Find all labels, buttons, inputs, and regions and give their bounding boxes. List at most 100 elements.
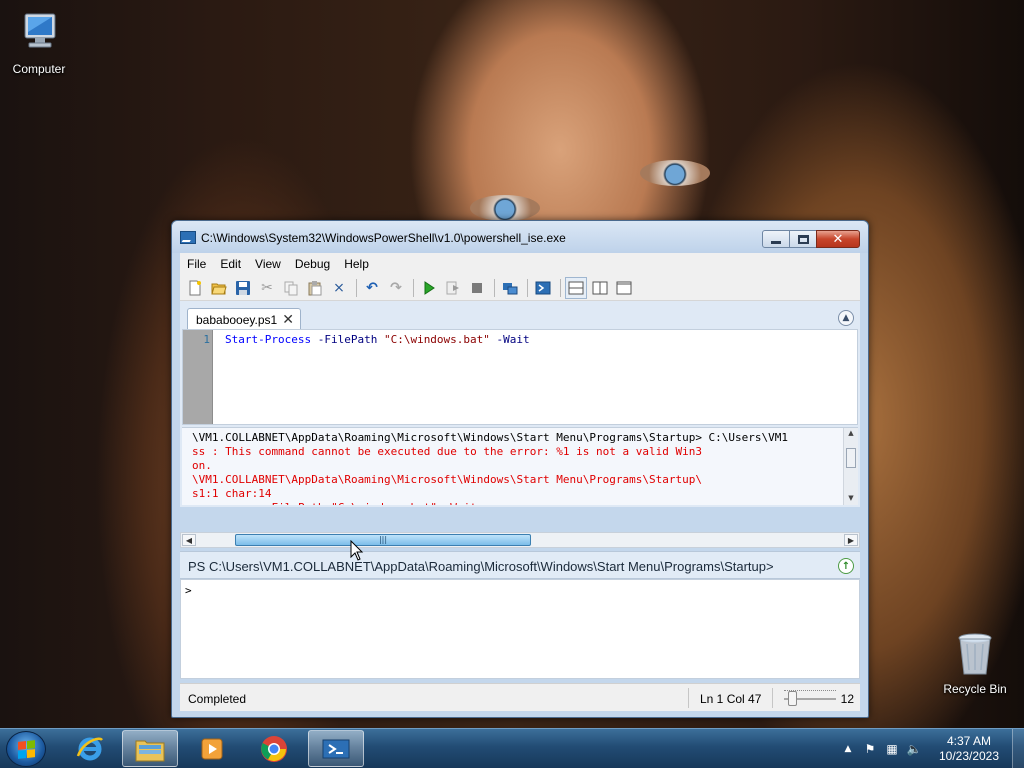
menu-edit[interactable]: Edit xyxy=(213,257,248,271)
show-hidden-icons-icon[interactable]: ▲ xyxy=(840,742,856,756)
script-pane[interactable]: 1 Start-Process -FilePath "C:\windows.ba… xyxy=(182,329,858,425)
taskbar-powershell-ise[interactable] xyxy=(308,730,364,767)
undo-button[interactable]: ↶ xyxy=(361,277,383,299)
media-player-icon xyxy=(201,738,223,759)
open-icon xyxy=(211,283,227,294)
command-pane[interactable]: > xyxy=(180,579,860,679)
scroll-right-icon[interactable]: ▶ xyxy=(844,534,858,546)
layout-max-icon xyxy=(616,281,632,294)
status-separator xyxy=(688,688,689,708)
paste-icon xyxy=(308,280,322,295)
minimize-button[interactable] xyxy=(762,230,790,248)
system-tray: ▲ ⚑ ▦ 🔈 4:37 AM 10/23/2023 xyxy=(834,729,1024,768)
layout-right-button[interactable] xyxy=(589,277,611,299)
toolbar-separator xyxy=(560,278,561,297)
layout-top-icon xyxy=(568,281,584,294)
menu-view[interactable]: View xyxy=(248,257,288,271)
computer-icon xyxy=(15,10,63,58)
minimize-icon xyxy=(771,240,781,244)
scroll-left-icon[interactable]: ◀ xyxy=(182,534,196,546)
stop-icon xyxy=(472,282,482,293)
menu-help[interactable]: Help xyxy=(337,257,376,271)
prompt-bar: PS C:\Users\VM1.COLLABNET\AppData\Roamin… xyxy=(180,551,860,579)
save-button[interactable] xyxy=(232,277,254,299)
close-tab-icon[interactable]: ✕ xyxy=(282,311,294,328)
expand-command-pane-button[interactable]: ↑ xyxy=(838,558,854,574)
network-icon[interactable]: ▦ xyxy=(884,742,900,756)
status-text: Completed xyxy=(188,692,247,706)
taskbar-file-explorer[interactable] xyxy=(122,730,178,767)
cut-icon: ✂ xyxy=(261,279,273,296)
output-vertical-scrollbar[interactable]: ▲ ▼ xyxy=(843,428,858,505)
redo-icon: ↷ xyxy=(390,279,402,296)
arrow-up-icon: ↑ xyxy=(841,560,851,572)
scroll-up-icon[interactable]: ▲ xyxy=(844,429,858,437)
start-button[interactable] xyxy=(6,731,46,767)
powershell-ise-taskbar-icon xyxy=(322,739,350,758)
show-desktop-button[interactable] xyxy=(1012,729,1024,768)
new-button[interactable] xyxy=(184,277,206,299)
redo-button[interactable]: ↷ xyxy=(385,277,407,299)
layout-max-button[interactable] xyxy=(613,277,635,299)
toolbar-separator xyxy=(356,278,357,297)
desktop-icon-computer[interactable]: Computer xyxy=(2,10,76,76)
run-script-button[interactable] xyxy=(418,277,440,299)
horizontal-scrollbar-thumb[interactable]: ||| xyxy=(235,534,531,546)
scrollbar-thumb[interactable] xyxy=(846,448,856,468)
scroll-down-icon[interactable]: ▼ xyxy=(844,494,858,502)
line-number: 1 xyxy=(183,330,213,424)
recycle-bin-icon xyxy=(951,630,999,678)
tab-script[interactable]: bababooey.ps1 ✕ xyxy=(187,308,301,330)
taskbar-media-player[interactable] xyxy=(184,730,240,767)
clock[interactable]: 4:37 AM 10/23/2023 xyxy=(934,734,1004,764)
stop-button[interactable] xyxy=(466,277,488,299)
desktop-icon-label: Computer xyxy=(12,62,66,76)
wallpaper-eye-right xyxy=(640,160,710,186)
code-token-string: "C:\windows.bat" xyxy=(383,333,490,346)
script-code-line[interactable]: Start-Process -FilePath "C:\windows.bat"… xyxy=(225,333,530,346)
clear-console-button[interactable]: ⨯ xyxy=(328,277,350,299)
taskbar-internet-explorer[interactable] xyxy=(62,730,118,767)
new-remote-tab-button[interactable] xyxy=(499,277,521,299)
menu-file[interactable]: File xyxy=(180,257,213,271)
output-line: cess <<<< -FilePath "C:\windows.bat" -Wa… xyxy=(192,501,840,505)
output-horizontal-scrollbar[interactable]: ◀ ||| ▶ xyxy=(180,532,860,548)
output-line: s1:1 char:14 xyxy=(192,487,272,500)
zoom-slider[interactable] xyxy=(784,689,836,707)
zoom-slider-handle[interactable] xyxy=(788,691,797,706)
output-pane[interactable]: \VM1.COLLABNET\AppData\Roaming\Microsoft… xyxy=(182,427,858,505)
cut-button[interactable]: ✂ xyxy=(256,277,278,299)
title-bar[interactable]: C:\Windows\System32\WindowsPowerShell\v1… xyxy=(172,221,868,253)
toolbar-separator xyxy=(527,278,528,297)
window-title: C:\Windows\System32\WindowsPowerShell\v1… xyxy=(201,231,566,245)
menu-debug[interactable]: Debug xyxy=(288,257,337,271)
desktop-icon-recycle-bin[interactable]: Recycle Bin xyxy=(938,630,1012,696)
prompt-path: PS C:\Users\VM1.COLLABNET\AppData\Roamin… xyxy=(188,559,774,574)
folder-icon xyxy=(135,740,165,761)
layout-top-button[interactable] xyxy=(565,276,587,299)
status-bar: Completed Ln 1 Col 47 12 xyxy=(180,683,860,711)
clock-date: 10/23/2023 xyxy=(938,749,1000,763)
new-icon xyxy=(189,280,201,295)
close-button[interactable]: ✕ xyxy=(816,230,860,248)
code-token-param: -Wait xyxy=(489,333,530,346)
close-icon: ✕ xyxy=(832,231,844,247)
run-selection-button[interactable] xyxy=(442,277,464,299)
output-line: ss : This command cannot be executed due… xyxy=(192,445,702,458)
collapse-script-pane-button[interactable]: ▲ xyxy=(838,310,854,326)
zoom-value: 12 xyxy=(840,692,854,706)
taskbar-chrome[interactable] xyxy=(246,730,302,767)
editor-area: bababooey.ps1 ✕ ▲ 1 Start-Process -FileP… xyxy=(180,301,860,507)
restore-icon xyxy=(797,234,809,244)
start-powershell-button[interactable] xyxy=(532,277,554,299)
copy-button[interactable] xyxy=(280,277,302,299)
open-button[interactable] xyxy=(208,277,230,299)
internet-explorer-icon xyxy=(76,737,103,760)
menu-bar: File Edit View Debug Help xyxy=(180,253,860,275)
paste-button[interactable] xyxy=(304,277,326,299)
restore-button[interactable] xyxy=(789,230,817,248)
copy-icon xyxy=(284,281,298,295)
desktop-icon-label: Recycle Bin xyxy=(943,682,1007,696)
volume-muted-icon[interactable]: 🔈 xyxy=(906,742,922,756)
action-center-flag-icon[interactable]: ⚑ xyxy=(862,742,878,756)
